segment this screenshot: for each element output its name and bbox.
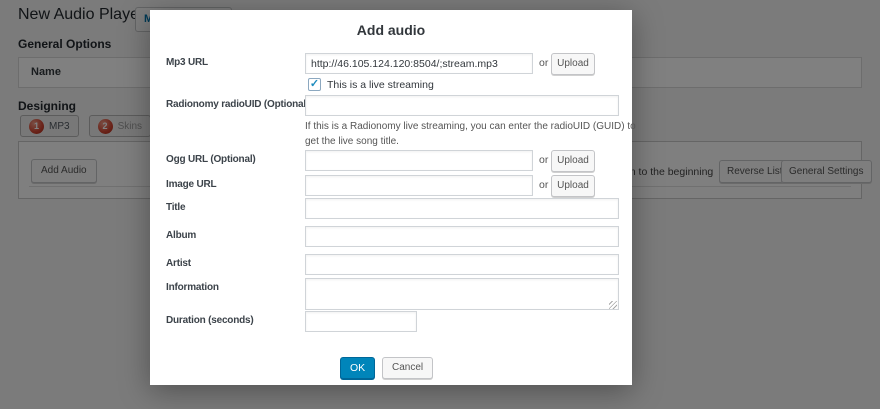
title-label: Title <box>166 202 186 213</box>
cancel-button[interactable]: Cancel <box>382 357 434 379</box>
duration-label: Duration (seconds) <box>166 315 254 326</box>
screen: New Audio Player Manage Audio Players Ge… <box>0 0 880 409</box>
ogg-url-label: Ogg URL (Optional) <box>166 154 256 165</box>
artist-input[interactable] <box>305 254 619 275</box>
image-url-label: Image URL <box>166 179 217 190</box>
textarea-resize-handle-icon[interactable] <box>609 301 617 309</box>
ogg-upload-button[interactable]: Upload <box>551 150 595 172</box>
or-text: or <box>539 154 549 166</box>
add-audio-dialog: Add audio Mp3 URL or Upload ✓ This is a … <box>150 10 636 385</box>
image-url-input[interactable] <box>305 175 533 196</box>
album-label: Album <box>166 230 197 241</box>
radio-uid-description-line1: If this is a Radionomy live streaming, y… <box>305 121 636 132</box>
information-textarea[interactable] <box>305 278 619 310</box>
duration-input[interactable] <box>305 311 417 332</box>
live-streaming-checkbox[interactable]: ✓ <box>308 78 321 91</box>
image-upload-button[interactable]: Upload <box>551 175 595 197</box>
information-label: Information <box>166 282 219 293</box>
mp3-upload-button[interactable]: Upload <box>551 53 595 75</box>
ok-button[interactable]: OK <box>340 357 376 379</box>
title-input[interactable] <box>305 198 619 219</box>
radio-uid-description-line2: get the live song title. <box>305 136 399 147</box>
album-input[interactable] <box>305 226 619 247</box>
mp3-url-label: Mp3 URL <box>166 57 208 68</box>
radio-uid-label: Radionomy radioUID (Optional) <box>166 99 310 110</box>
radio-uid-description: If this is a Radionomy live streaming, y… <box>305 119 636 149</box>
artist-label: Artist <box>166 258 191 269</box>
or-text: or <box>539 179 549 191</box>
ogg-url-input[interactable] <box>305 150 533 171</box>
dialog-title: Add audio <box>356 22 426 38</box>
or-text: or <box>539 57 549 69</box>
radio-uid-input[interactable] <box>305 95 619 116</box>
live-streaming-label: This is a live streaming <box>327 79 434 91</box>
mp3-url-input[interactable] <box>305 53 533 74</box>
